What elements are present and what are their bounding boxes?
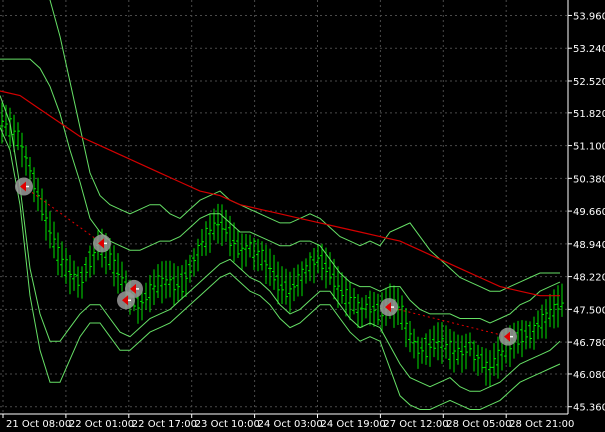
y-tick-label: 46.780 [573, 338, 605, 349]
y-tick-label: 51.100 [573, 142, 605, 153]
x-tick-label: 21 Oct 08:00 [6, 419, 71, 430]
x-tick-label: 23 Oct 10:00 [195, 419, 260, 430]
price-chart[interactable]: 53.960 53.240 52.520 51.820 51.100 50.380 49.6… [0, 0, 605, 432]
x-tick-label: 24 Oct 19:00 [321, 419, 386, 430]
signal-marker[interactable] [125, 279, 143, 298]
x-tick-label: 28 Oct 21:00 [509, 419, 574, 430]
x-tick-label: 27 Oct 12:00 [383, 419, 448, 430]
y-tick-label: 53.960 [573, 11, 605, 22]
x-tick-label: 24 Oct 03:00 [258, 419, 323, 430]
y-tick-label: 50.380 [573, 174, 605, 185]
y-tick-label: 48.940 [573, 240, 605, 251]
x-tick-label: 22 Oct 01:00 [69, 419, 134, 430]
y-tick-label: 46.080 [573, 370, 605, 381]
x-tick-label: 28 Oct 05:00 [446, 419, 511, 430]
signal-marker[interactable] [380, 298, 398, 317]
chart-background [0, 0, 605, 432]
signal-marker[interactable] [93, 234, 111, 253]
chart-window[interactable]: 53.960 53.240 52.520 51.820 51.100 50.380 49.6… [0, 0, 605, 432]
y-tick-label: 47.500 [573, 305, 605, 316]
x-tick-label: 22 Oct 17:00 [132, 419, 197, 430]
signal-marker[interactable] [499, 327, 517, 346]
y-tick-label: 48.220 [573, 273, 605, 284]
y-tick-label: 51.820 [573, 109, 605, 120]
y-tick-label: 45.360 [573, 403, 605, 414]
y-tick-label: 49.660 [573, 207, 605, 218]
y-tick-label: 52.520 [573, 77, 605, 88]
signal-marker[interactable] [15, 177, 33, 196]
y-tick-label: 53.240 [573, 44, 605, 55]
